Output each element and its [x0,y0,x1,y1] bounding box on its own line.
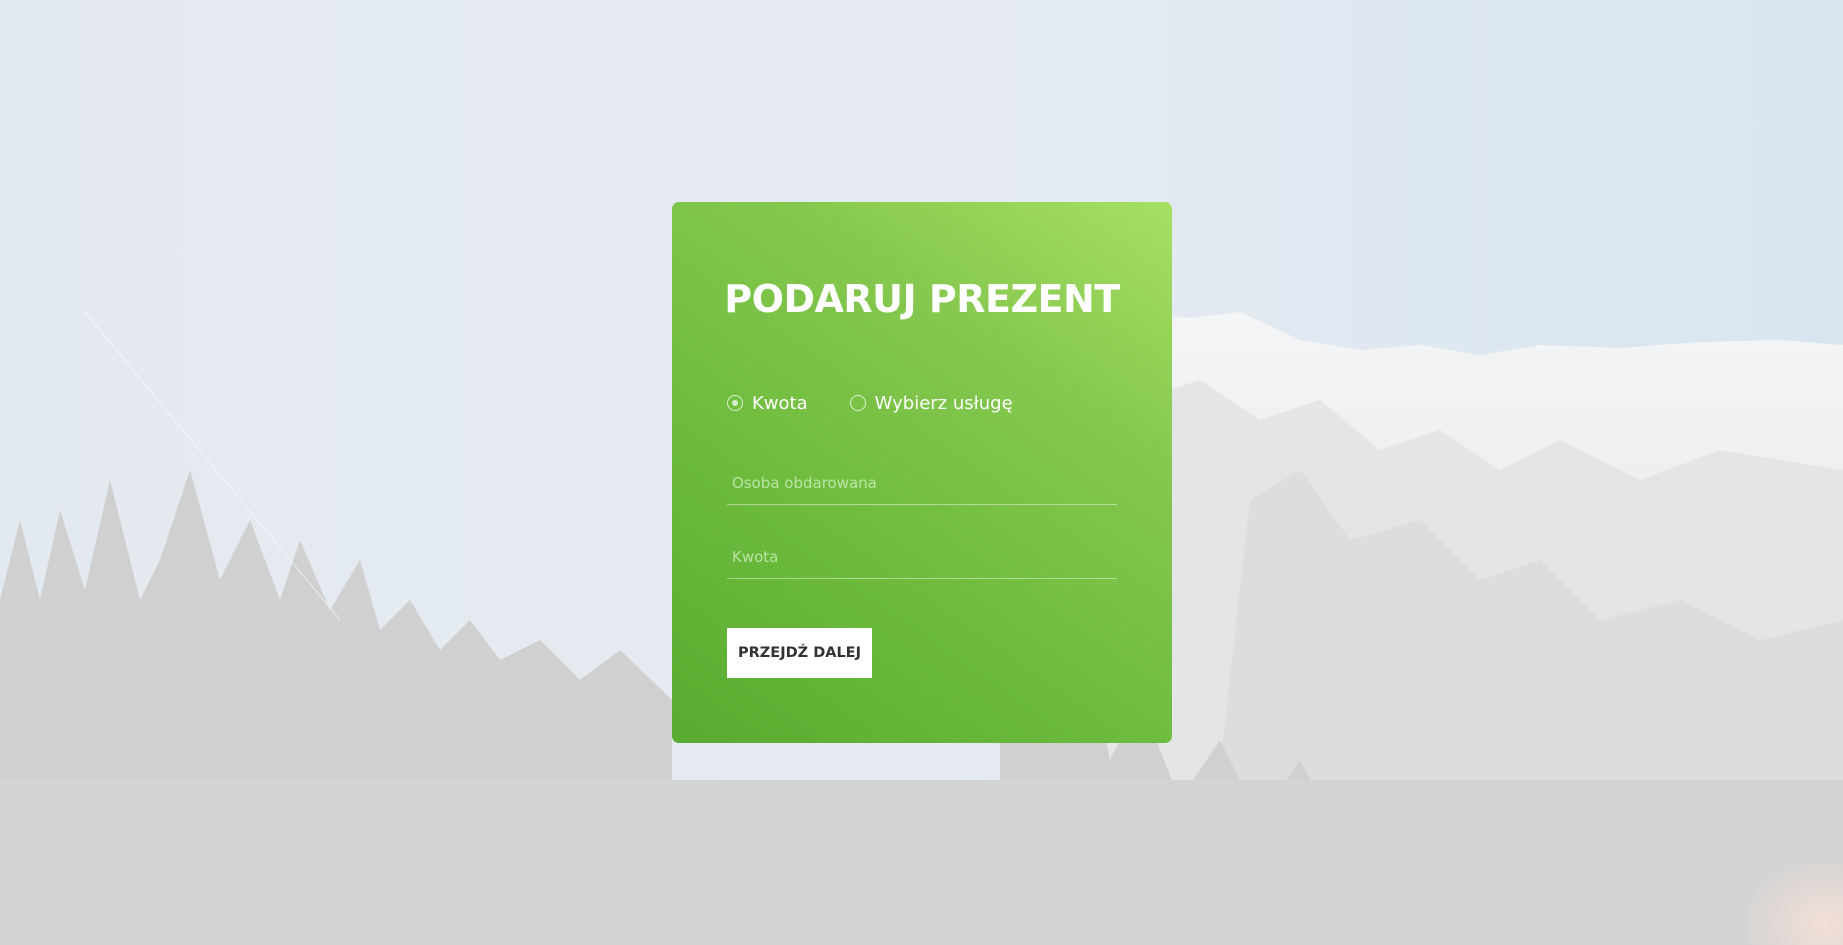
gift-type-radio-group: Kwota Wybierz usługę [727,388,1055,418]
amount-input[interactable] [727,535,1117,578]
radio-checked-icon[interactable] [727,395,743,411]
next-step-button[interactable]: PRZEJDŹ DALEJ [727,628,872,678]
radio-label-amount: Kwota [752,392,808,414]
gift-form-card: PODARUJ PREZENT Kwota Wybierz usługę PRZ… [672,202,1172,743]
radio-label-service: Wybierz usługę [874,392,1013,414]
form-title: PODARUJ PREZENT [724,277,1120,321]
page: PODARUJ PREZENT Kwota Wybierz usługę PRZ… [0,0,1843,945]
radio-unchecked-icon[interactable] [849,395,866,411]
radio-option-service[interactable]: Wybierz usługę [849,392,1013,414]
recipient-field [727,461,1117,505]
amount-field [727,535,1117,579]
radio-option-amount[interactable]: Kwota [727,393,808,414]
recipient-input[interactable] [727,461,1117,504]
